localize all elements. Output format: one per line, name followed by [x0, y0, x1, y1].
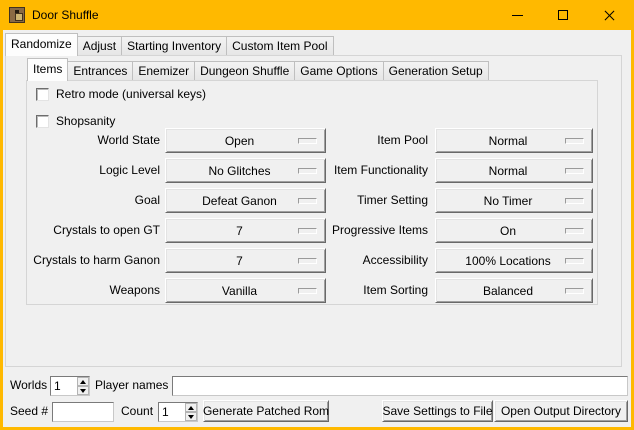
- worlds-spin-buttons: [77, 377, 89, 395]
- spin-up-button[interactable]: [185, 403, 197, 412]
- app-window: Door Shuffle Randomize Adjust Starting I…: [0, 0, 634, 430]
- item-sorting-label: Item Sorting: [263, 278, 428, 303]
- tab-items[interactable]: Items: [27, 58, 68, 81]
- tab-game-options[interactable]: Game Options: [294, 61, 383, 80]
- accessibility-label: Accessibility: [263, 248, 428, 273]
- main-tab-bar: Randomize Adjust Starting Inventory Cust…: [5, 33, 333, 56]
- checkbox-retro-mode[interactable]: Retro mode (universal keys): [36, 87, 206, 101]
- count-input[interactable]: [159, 403, 185, 421]
- timer-setting-label: Timer Setting: [263, 188, 428, 213]
- dropdown-indicator-icon: [565, 288, 584, 294]
- goal-label: Goal: [23, 188, 160, 213]
- tab-randomize[interactable]: Randomize: [5, 33, 78, 56]
- worlds-spinbox: [50, 376, 90, 396]
- weapons-label: Weapons: [23, 278, 160, 303]
- progressive-items-dropdown[interactable]: On: [435, 218, 593, 243]
- generate-patched-rom-button[interactable]: Generate Patched Rom: [203, 400, 329, 422]
- progressive-items-label: Progressive Items: [263, 218, 428, 243]
- dropdown-indicator-icon: [565, 228, 584, 234]
- player-names-label: Player names: [95, 374, 168, 397]
- maximize-button[interactable]: [540, 0, 586, 30]
- checkbox-icon: [36, 115, 49, 128]
- spin-down-button[interactable]: [185, 412, 197, 421]
- count-spin-buttons: [185, 403, 197, 421]
- spin-up-button[interactable]: [77, 377, 89, 386]
- accessibility-dropdown[interactable]: 100% Locations: [435, 248, 593, 273]
- window-controls: [494, 0, 632, 30]
- seed-label: Seed #: [10, 400, 48, 422]
- seed-input[interactable]: [52, 402, 114, 422]
- spin-down-button[interactable]: [77, 386, 89, 395]
- close-button[interactable]: [586, 0, 632, 30]
- sub-tab-bar: Items Entrances Enemizer Dungeon Shuffle…: [27, 58, 488, 81]
- worlds-input[interactable]: [51, 377, 77, 395]
- tab-entrances[interactable]: Entrances: [67, 61, 133, 80]
- open-output-directory-button[interactable]: Open Output Directory: [494, 400, 628, 422]
- crystals-open-gt-label: Crystals to open GT: [23, 218, 160, 243]
- tab-generation-setup[interactable]: Generation Setup: [383, 61, 489, 80]
- minimize-button[interactable]: [494, 0, 540, 30]
- close-icon: [604, 10, 615, 21]
- logic-level-label: Logic Level: [23, 158, 160, 183]
- maximize-icon: [558, 10, 568, 20]
- count-label: Count: [121, 400, 153, 422]
- item-sorting-dropdown[interactable]: Balanced: [435, 278, 593, 303]
- item-pool-dropdown[interactable]: Normal: [435, 128, 593, 153]
- player-names-input[interactable]: [172, 376, 628, 396]
- minimize-icon: [512, 15, 523, 16]
- checkbox-icon: [36, 88, 49, 101]
- tab-adjust[interactable]: Adjust: [77, 36, 122, 55]
- checkbox-label: Shopsanity: [56, 114, 115, 128]
- checkbox-label: Retro mode (universal keys): [56, 87, 206, 101]
- dropdown-indicator-icon: [565, 198, 584, 204]
- save-settings-button[interactable]: Save Settings to File: [382, 400, 493, 422]
- tab-custom-item-pool[interactable]: Custom Item Pool: [226, 36, 333, 55]
- timer-setting-dropdown[interactable]: No Timer: [435, 188, 593, 213]
- tab-starting-inventory[interactable]: Starting Inventory: [121, 36, 227, 55]
- checkbox-shopsanity[interactable]: Shopsanity: [36, 114, 115, 128]
- triangle-up-icon: [80, 380, 86, 384]
- crystals-harm-ganon-label: Crystals to harm Ganon: [23, 248, 160, 273]
- door-icon: [9, 7, 25, 23]
- item-functionality-dropdown[interactable]: Normal: [435, 158, 593, 183]
- count-spinbox: [158, 402, 198, 422]
- dropdown-indicator-icon: [565, 138, 584, 144]
- triangle-down-icon: [188, 415, 194, 419]
- client-area: Randomize Adjust Starting Inventory Cust…: [3, 30, 631, 427]
- triangle-up-icon: [188, 406, 194, 410]
- dropdown-indicator-icon: [565, 258, 584, 264]
- tab-dungeon-shuffle[interactable]: Dungeon Shuffle: [194, 61, 295, 80]
- item-pool-label: Item Pool: [263, 128, 428, 153]
- item-functionality-label: Item Functionality: [263, 158, 428, 183]
- triangle-down-icon: [80, 389, 86, 393]
- worlds-label: Worlds: [10, 374, 47, 397]
- window-title: Door Shuffle: [32, 8, 99, 22]
- title-bar: Door Shuffle: [0, 0, 634, 30]
- dropdown-indicator-icon: [565, 168, 584, 174]
- world-state-label: World State: [23, 128, 160, 153]
- tab-enemizer[interactable]: Enemizer: [132, 61, 195, 80]
